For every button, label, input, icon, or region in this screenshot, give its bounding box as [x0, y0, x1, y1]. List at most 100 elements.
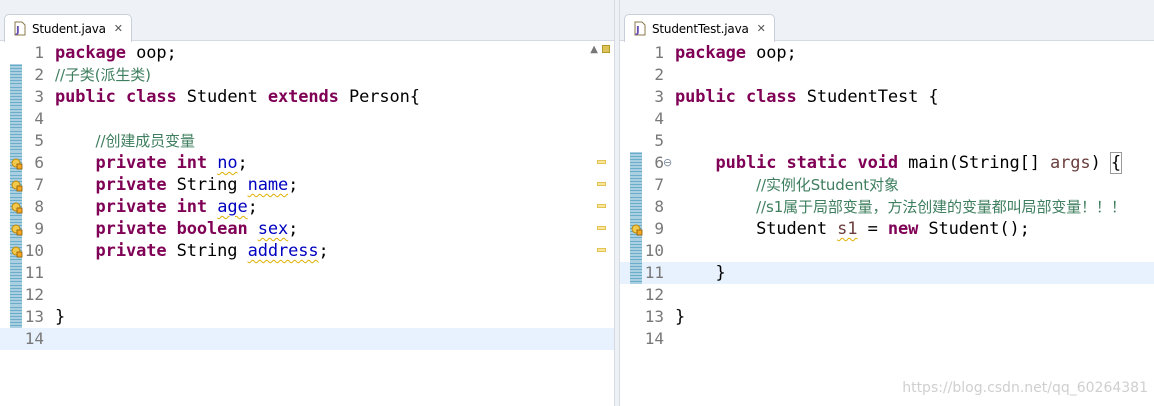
code-line[interactable]: 7 private String name;	[0, 174, 614, 196]
quick-diff-marker	[10, 86, 22, 108]
code-line[interactable]: 9 private boolean sex;	[0, 218, 614, 240]
code-token: ;	[318, 241, 329, 261]
code-token: //实例化Student对象	[756, 176, 899, 194]
code-line[interactable]: 6 private int no;	[0, 152, 614, 174]
code-token: oop;	[125, 43, 177, 63]
student-java-editor[interactable]: J Student.java ✕ 1 package oop; 2 //子类(派生类)…	[0, 0, 614, 406]
quick-diff-marker	[10, 284, 22, 306]
overview-warning-summary-icon[interactable]	[602, 45, 610, 53]
code-text[interactable]: //实例化Student对象	[675, 174, 899, 196]
overview-warning-marker[interactable]	[597, 160, 606, 164]
line-number: 4	[34, 109, 44, 128]
code-editor[interactable]: 1 package oop; 2 3 public class StudentTest …	[620, 42, 1154, 406]
code-text[interactable]: package oop;	[55, 42, 177, 64]
overview-warning-marker[interactable]	[597, 248, 606, 252]
code-text[interactable]: }	[675, 306, 685, 328]
code-token: age	[217, 197, 248, 217]
code-line[interactable]: 2 //子类(派生类)	[0, 64, 614, 86]
line-number: 12	[24, 285, 44, 304]
quick-diff-marker	[630, 262, 642, 284]
line-number: 14	[24, 329, 44, 348]
code-text[interactable]: package oop;	[675, 42, 797, 64]
code-token: ;	[247, 197, 258, 217]
overview-warning-marker[interactable]	[597, 182, 606, 186]
line-number: 9	[654, 219, 664, 238]
code-line[interactable]: 14	[0, 328, 614, 350]
code-text[interactable]: //s1属于局部变量，方法创建的变量都叫局部变量！！！	[675, 196, 1126, 218]
line-number: 6	[34, 153, 44, 172]
code-line[interactable]: 2	[620, 64, 1154, 86]
code-line[interactable]: 13}	[0, 306, 614, 328]
code-token: s1	[837, 219, 858, 239]
code-line[interactable]: 3 public class Student extends Person{	[0, 86, 614, 108]
code-token: int	[176, 197, 208, 217]
code-line[interactable]: 5	[620, 130, 1154, 152]
fold-collapse-icon[interactable]: ⊖	[663, 152, 673, 174]
code-text[interactable]: //创建成员变量	[55, 130, 195, 152]
code-token: class	[745, 87, 797, 107]
overview-warning-marker[interactable]	[597, 226, 606, 230]
code-text[interactable]: private int age;	[55, 196, 258, 218]
code-text[interactable]: private int no;	[55, 152, 248, 174]
tab-student-java[interactable]: J Student.java ✕	[4, 14, 133, 42]
code-line[interactable]: 5 //创建成员变量	[0, 130, 614, 152]
code-line[interactable]: 7 //实例化Student对象	[620, 174, 1154, 196]
code-line[interactable]: 10	[620, 240, 1154, 262]
code-line[interactable]: 14	[620, 328, 1154, 350]
code-text[interactable]: private String name;	[55, 174, 299, 196]
code-line[interactable]: 8 private int age;	[0, 196, 614, 218]
line-number: 8	[654, 197, 664, 216]
code-line[interactable]: 12	[0, 284, 614, 306]
close-icon[interactable]: ✕	[114, 22, 123, 35]
editor-tab-bar: J Student.java ✕	[0, 0, 614, 42]
code-line[interactable]: 11	[0, 262, 614, 284]
code-text[interactable]: public class StudentTest {	[675, 86, 939, 108]
line-number: 4	[654, 109, 664, 128]
code-line[interactable]: 8 //s1属于局部变量，方法创建的变量都叫局部变量！！！	[620, 196, 1154, 218]
code-line[interactable]: 1 package oop;	[0, 42, 614, 64]
quick-diff-marker	[630, 196, 642, 218]
code-line[interactable]: 6 ⊖ public static void main(String[] args…	[620, 152, 1154, 174]
editor-tab-bar: J StudentTest.java ✕	[620, 0, 1154, 42]
code-token: public	[715, 153, 777, 173]
line-number: 10	[24, 241, 44, 260]
line-number: 5	[654, 131, 664, 150]
code-token: //s1属于局部变量，方法创建的变量都叫局部变量！！！	[756, 198, 1126, 216]
code-text[interactable]: }	[675, 262, 726, 284]
code-token: package	[675, 43, 746, 63]
studenttest-java-editor[interactable]: J StudentTest.java ✕ 1 package oop; 2 3 publ…	[620, 0, 1154, 406]
code-line[interactable]: 3 public class StudentTest {	[620, 86, 1154, 108]
code-line[interactable]: 11 }	[620, 262, 1154, 284]
code-line[interactable]: 4	[620, 108, 1154, 130]
overview-up-arrow-icon[interactable]: ▲	[590, 44, 598, 55]
code-line[interactable]: 10 private String address;	[0, 240, 614, 262]
code-editor[interactable]: 1 package oop; 2 //子类(派生类) 3 public class Stu…	[0, 42, 614, 406]
code-text[interactable]: //子类(派生类)	[55, 64, 151, 86]
code-token: ;	[237, 153, 248, 173]
code-token: //子类(派生类)	[55, 66, 151, 84]
overview-warning-marker[interactable]	[597, 204, 606, 208]
code-text[interactable]: private boolean sex;	[55, 218, 299, 240]
code-token: }	[675, 263, 726, 283]
line-number: 5	[34, 131, 44, 150]
code-line[interactable]: 12	[620, 284, 1154, 306]
code-line[interactable]: 13}	[620, 306, 1154, 328]
code-text[interactable]: public class Student extends Person{	[55, 86, 420, 108]
code-token: }	[55, 307, 66, 327]
code-line[interactable]: 4	[0, 108, 614, 130]
code-text[interactable]: }	[55, 306, 65, 328]
code-text[interactable]: private String address;	[55, 240, 329, 262]
code-text[interactable]: Student s1 = new Student();	[675, 218, 1030, 240]
close-icon[interactable]: ✕	[757, 22, 766, 35]
code-text[interactable]: public static void main(String[] args) {	[675, 152, 1123, 174]
code-line[interactable]: 1 package oop;	[620, 42, 1154, 64]
line-number: 13	[644, 307, 664, 326]
code-line[interactable]: 9 Student s1 = new Student();	[620, 218, 1154, 240]
tab-studenttest-java[interactable]: J StudentTest.java ✕	[624, 14, 775, 42]
